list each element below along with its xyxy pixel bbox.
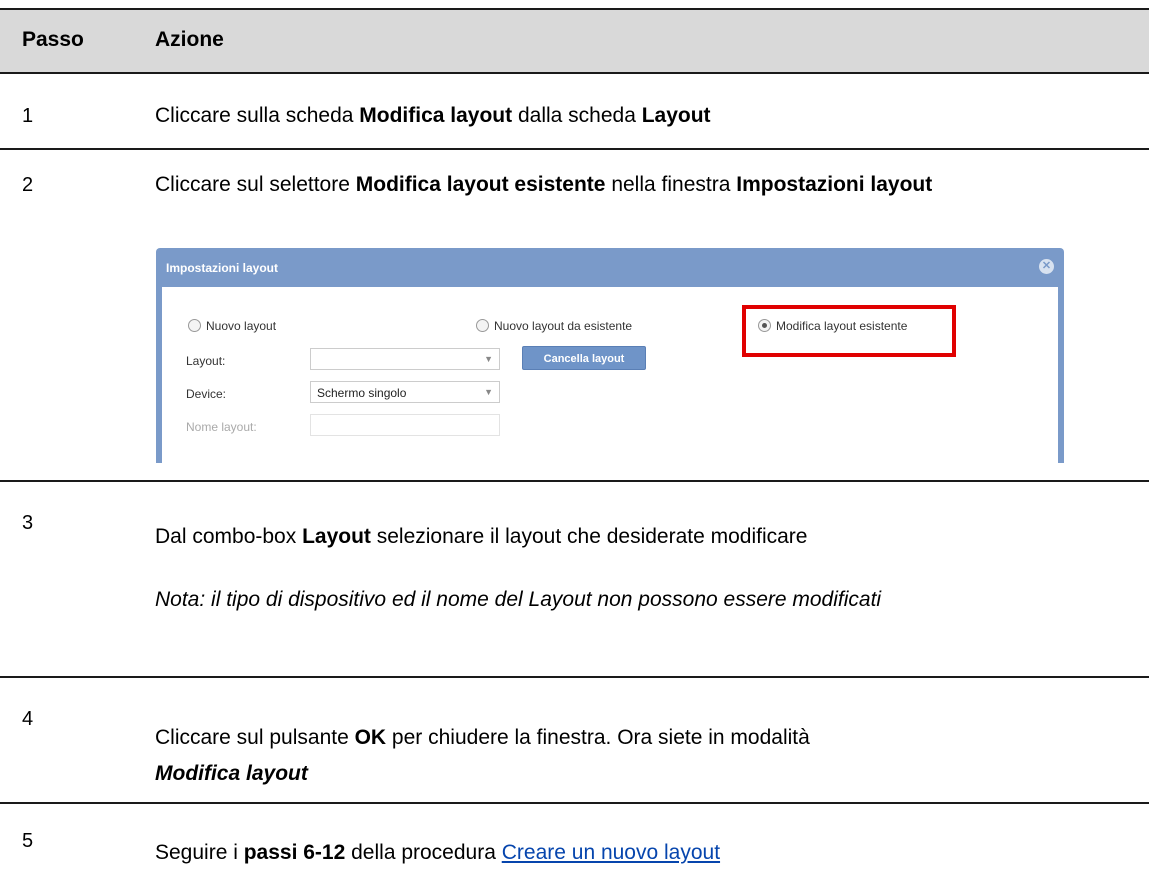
dialog-title: Impostazioni layout xyxy=(166,261,279,275)
text-span: Cliccare sul selettore xyxy=(155,173,356,196)
device-label: Device: xyxy=(186,387,227,401)
radio-off-icon xyxy=(188,319,201,332)
radio-new-layout[interactable]: Nuovo layout xyxy=(188,319,276,333)
layout-name-input xyxy=(310,414,500,436)
header-bottom-border xyxy=(0,72,1149,74)
text-span: dalla scheda xyxy=(512,104,642,127)
step-text: Cliccare sul pulsante OK per chiudere la… xyxy=(155,720,1125,792)
step-number: 1 xyxy=(22,105,34,127)
bold-text: OK xyxy=(354,726,387,749)
bold-text: Layout xyxy=(302,525,371,548)
procedure-link[interactable]: Creare un nuovo layout xyxy=(502,841,720,864)
step-text: Cliccare sul selettore Modifica layout e… xyxy=(155,172,1125,198)
step-number: 3 xyxy=(22,512,34,534)
radio-new-from-existing[interactable]: Nuovo layout da esistente xyxy=(476,319,632,333)
delete-layout-button[interactable]: Cancella layout xyxy=(522,346,646,370)
close-icon[interactable]: ✕ xyxy=(1039,259,1054,274)
layout-combobox[interactable]: ▼ xyxy=(310,348,500,370)
text-span: per chiudere la finestra. Ora siete in m… xyxy=(386,726,810,749)
layout-name-label: Nome layout: xyxy=(186,420,257,434)
radio-off-icon xyxy=(476,319,489,332)
chevron-down-icon: ▼ xyxy=(484,387,493,397)
text-span: selezionare il layout che desiderate mod… xyxy=(370,525,808,548)
bold-text: Impostazioni layout xyxy=(736,173,933,196)
bold-text: passi 6-12 xyxy=(243,841,346,864)
header-action: Azione xyxy=(155,28,224,51)
row-divider xyxy=(0,480,1149,482)
text-span: nella finestra xyxy=(605,173,737,196)
row-divider xyxy=(0,676,1149,678)
bold-text: Modifica layout esistente xyxy=(355,173,606,196)
device-combobox[interactable]: Schermo singolo ▼ xyxy=(310,381,500,403)
radio-label: Nuovo layout da esistente xyxy=(494,319,633,333)
bold-text: Modifica layout xyxy=(359,104,513,127)
step-text: Dal combo-box Layout selezionare il layo… xyxy=(155,524,1125,550)
layout-label: Layout: xyxy=(186,354,226,368)
header-step: Passo xyxy=(22,28,84,51)
device-value: Schermo singolo xyxy=(317,386,407,400)
step-number: 5 xyxy=(22,830,34,852)
row-divider xyxy=(0,148,1149,150)
row-divider xyxy=(0,802,1149,804)
mode-name: Modifica layout xyxy=(155,762,308,785)
text-span: Seguire i xyxy=(155,841,244,864)
highlight-box xyxy=(742,305,956,357)
bold-text: Layout xyxy=(641,104,711,127)
chevron-down-icon: ▼ xyxy=(484,354,493,364)
step-number: 4 xyxy=(22,708,34,730)
step-text: Cliccare sulla scheda Modifica layout da… xyxy=(155,103,1125,129)
radio-label: Nuovo layout xyxy=(206,319,277,333)
text-span: Cliccare sul pulsante xyxy=(155,726,355,749)
step-note: Nota: il tipo di dispositivo ed il nome … xyxy=(155,588,882,611)
text-span: della procedura xyxy=(345,841,502,864)
text-span: Dal combo-box xyxy=(155,525,303,548)
text-span: Cliccare sulla scheda xyxy=(155,104,360,127)
step-text: Seguire i passi 6-12 della procedura Cre… xyxy=(155,840,1125,866)
step-number: 2 xyxy=(22,174,34,196)
